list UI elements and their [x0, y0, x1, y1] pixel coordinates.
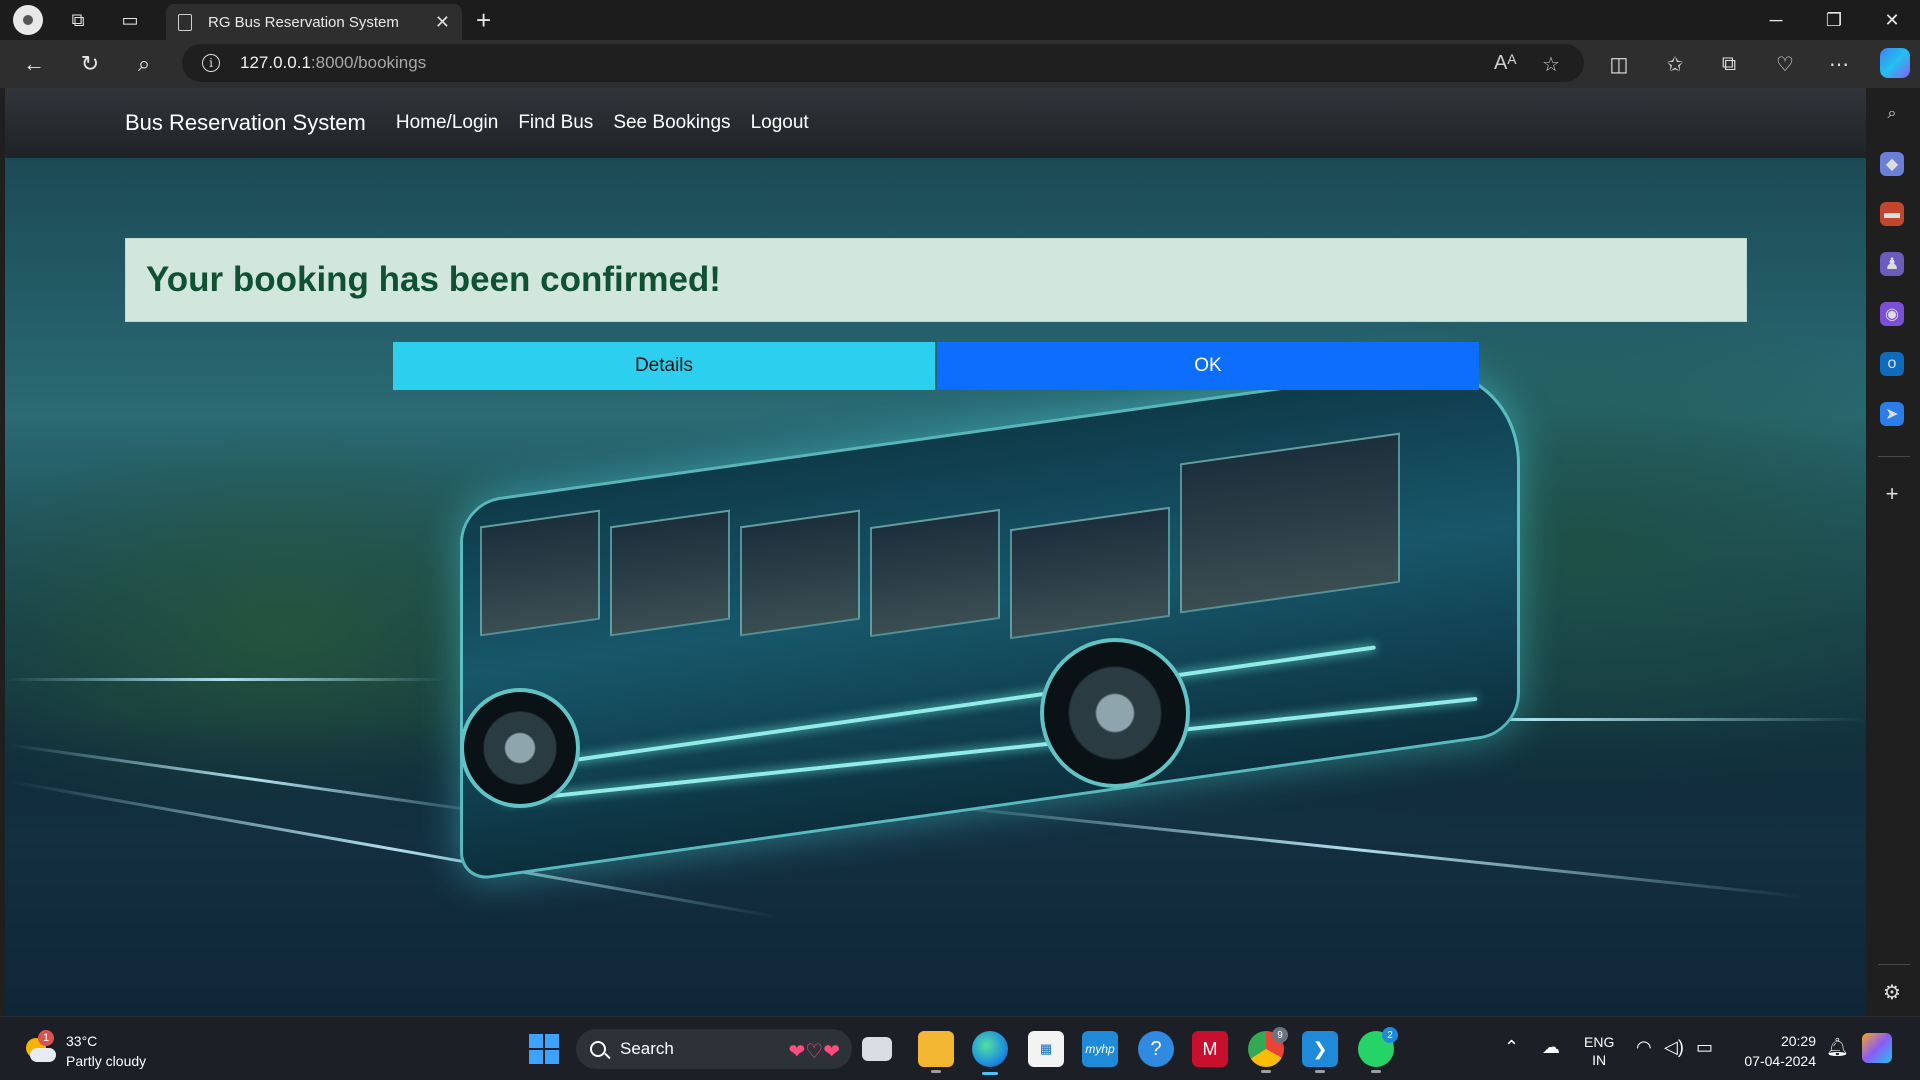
favorite-star-icon[interactable]: ☆ [1542, 52, 1560, 77]
nav-see-bookings[interactable]: See Bookings [613, 112, 730, 134]
add-sidebar-app-icon[interactable]: + [1880, 481, 1904, 506]
myhp-icon[interactable]: myhp [1082, 1031, 1118, 1067]
partly-cloudy-icon: 1 [22, 1030, 56, 1066]
whatsapp-badge: 2 [1382, 1027, 1398, 1043]
browser-sidebar: ⌕ ◆ ▬ ♟ ◉ o ➤ + ⚙ [1866, 88, 1920, 1016]
browser-tab[interactable]: RG Bus Reservation System ✕ [166, 4, 462, 40]
tools-icon[interactable]: ▬ [1880, 202, 1904, 226]
games-icon[interactable]: ♟ [1880, 252, 1904, 276]
onedrive-icon[interactable]: ☁ [1542, 1037, 1560, 1058]
tab-actions-icon[interactable]: ▭ [104, 0, 156, 40]
time: 20:29 [1780, 1033, 1816, 1049]
lang-top: ENG [1584, 1034, 1615, 1050]
lang-bottom: IN [1592, 1052, 1607, 1068]
task-view-icon[interactable] [862, 1037, 892, 1061]
workspaces-icon[interactable]: ⧉ [52, 0, 104, 40]
shopping-tag-icon[interactable]: ◆ [1880, 152, 1904, 176]
search-label: Search [620, 1039, 674, 1058]
minimize-icon[interactable]: ─ [1748, 0, 1804, 40]
more-options-icon[interactable]: ⋯ [1824, 50, 1854, 78]
url-host: 127.0.0.1 [240, 53, 311, 72]
chrome-badge: 9 [1272, 1027, 1288, 1043]
clock[interactable]: 20:29 07-04-2024 [1736, 1031, 1816, 1071]
browser-toolbar: ← ↻ ⌕ i 127.0.0.1:8000/bookings Aᴬ ☆ ◫ ✩… [0, 40, 1920, 88]
start-button[interactable] [526, 1031, 562, 1067]
collections-icon[interactable]: ⧉ [1714, 50, 1744, 78]
battery-icon[interactable]: ▭ [1696, 1037, 1713, 1058]
address-bar[interactable]: i 127.0.0.1:8000/bookings Aᴬ ☆ [182, 44, 1584, 82]
weather-widget[interactable]: 1 33°C Partly cloudy [22, 1030, 147, 1071]
ok-button[interactable]: OK [937, 342, 1479, 390]
tab-title: RG Bus Reservation System [208, 13, 399, 31]
glowing-bus [460, 353, 1560, 883]
microsoft-store-icon[interactable]: ▦ [1028, 1031, 1064, 1067]
temperature: 33°C [66, 1033, 98, 1049]
search-highlight-icon: ❤♡❤ [788, 1041, 840, 1063]
microsoft-365-icon[interactable]: ◉ [1880, 302, 1904, 326]
profile-icon [13, 5, 43, 35]
search-icon[interactable]: ⌕ [126, 50, 162, 78]
profile-button[interactable] [2, 0, 54, 40]
nav-find-bus[interactable]: Find Bus [518, 112, 593, 134]
notifications-icon[interactable]: 🔔︎ [1826, 1037, 1849, 1058]
vscode-icon[interactable]: ❯ [1302, 1031, 1338, 1073]
read-aloud-icon[interactable]: Aᴬ [1494, 52, 1516, 75]
back-icon[interactable]: ← [16, 50, 52, 78]
volume-icon[interactable]: ◁) [1664, 1037, 1684, 1058]
brand-link[interactable]: Bus Reservation System [125, 110, 366, 136]
copilot-icon[interactable] [1880, 48, 1910, 78]
language-indicator[interactable]: ENG IN [1584, 1033, 1614, 1069]
browser-essentials-icon[interactable]: ♡ [1770, 50, 1800, 78]
sidebar-divider [1878, 456, 1910, 457]
booking-confirmed-alert: Your booking has been confirmed! [125, 238, 1747, 322]
wifi-icon[interactable]: ◠ [1636, 1037, 1652, 1058]
site-info-icon[interactable]: i [202, 54, 220, 72]
windows-taskbar: 1 33°C Partly cloudy Search ❤♡❤ ▦ myhp ?… [0, 1016, 1920, 1080]
page-icon [178, 13, 192, 31]
chrome-icon[interactable]: 9 [1248, 1027, 1288, 1073]
edge-icon[interactable] [972, 1031, 1008, 1075]
weather-badge: 1 [38, 1030, 54, 1046]
weather-condition: Partly cloudy [66, 1053, 147, 1069]
nav-home-login[interactable]: Home/Login [396, 112, 498, 134]
whatsapp-icon[interactable]: 2 [1358, 1027, 1398, 1073]
close-window-icon[interactable]: ✕ [1864, 0, 1920, 40]
date: 07-04-2024 [1744, 1053, 1816, 1069]
sidebar-divider-bottom [1878, 964, 1910, 965]
details-button[interactable]: Details [393, 342, 935, 390]
page-viewport: Bus Reservation System Home/Login Find B… [5, 88, 1866, 1016]
taskbar-search[interactable]: Search ❤♡❤ [576, 1029, 852, 1069]
outlook-icon[interactable]: o [1880, 352, 1904, 376]
refresh-icon[interactable]: ↻ [72, 50, 108, 78]
url-path: :8000/bookings [310, 53, 427, 72]
split-screen-icon[interactable]: ◫ [1604, 50, 1634, 78]
new-tab-icon[interactable]: + [476, 4, 491, 36]
myhp-label: myhp [1085, 1042, 1115, 1056]
mcafee-icon[interactable]: M [1192, 1031, 1228, 1067]
close-tab-icon[interactable]: ✕ [435, 12, 450, 33]
show-hidden-icons[interactable]: ⌃ [1504, 1037, 1519, 1058]
search-icon [590, 1041, 606, 1057]
nav-logout[interactable]: Logout [751, 112, 809, 134]
help-icon[interactable]: ? [1138, 1031, 1174, 1067]
alert-message: Your booking has been confirmed! [146, 260, 721, 299]
copilot-taskbar-icon[interactable] [1862, 1033, 1892, 1063]
app-navbar: Bus Reservation System Home/Login Find B… [5, 88, 1866, 158]
restore-icon[interactable]: ❐ [1806, 0, 1862, 40]
sidebar-settings-icon[interactable]: ⚙ [1880, 980, 1904, 1004]
browser-tab-strip: ⧉ ▭ RG Bus Reservation System ✕ + ─ ❐ ✕ [0, 0, 1920, 40]
file-explorer-icon[interactable] [918, 1031, 954, 1073]
drop-icon[interactable]: ➤ [1880, 402, 1904, 426]
sidebar-search-icon[interactable]: ⌕ [1880, 102, 1904, 126]
favorites-icon[interactable]: ✩ [1660, 50, 1690, 78]
